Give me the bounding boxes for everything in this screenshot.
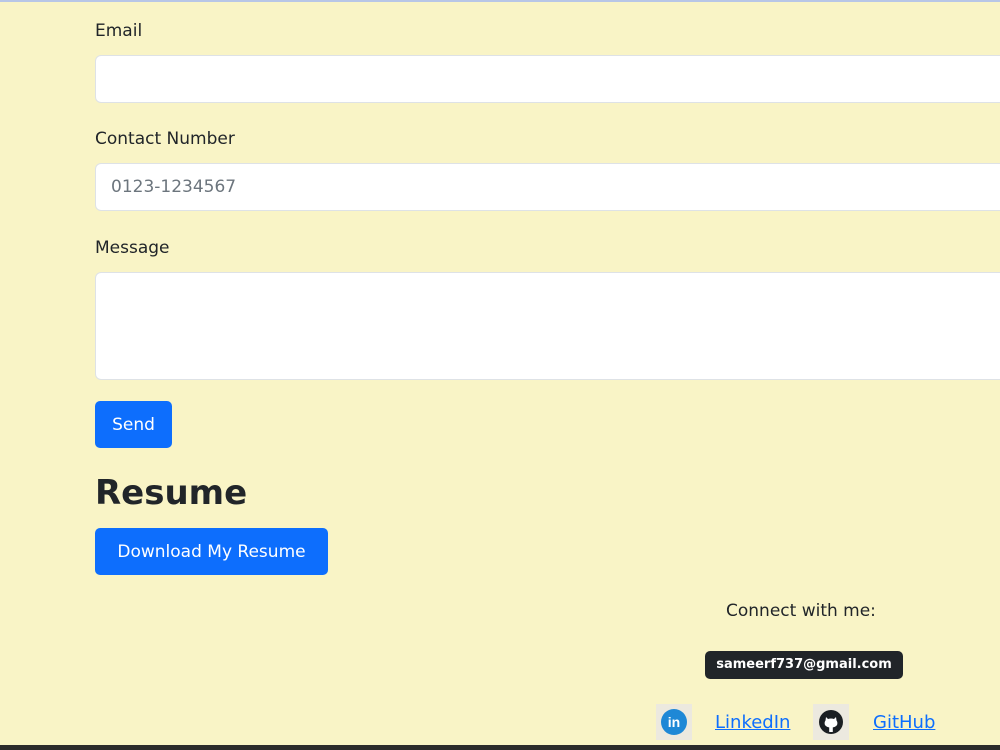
- github-icon[interactable]: [813, 704, 849, 740]
- message-label: Message: [95, 238, 170, 258]
- contact-number-label: Contact Number: [95, 129, 235, 149]
- send-button[interactable]: Send: [95, 401, 172, 448]
- window-top-border: [0, 0, 1000, 2]
- taskbar-edge: [0, 745, 1000, 750]
- linkedin-link[interactable]: LinkedIn: [715, 712, 790, 733]
- connect-heading: Connect with me:: [726, 601, 876, 621]
- message-field[interactable]: [95, 272, 1000, 380]
- resume-heading: Resume: [95, 473, 248, 513]
- email-field[interactable]: [95, 55, 1000, 103]
- download-resume-button[interactable]: Download My Resume: [95, 528, 328, 575]
- email-label: Email: [95, 21, 143, 41]
- svg-text:in: in: [668, 714, 680, 730]
- email-badge: sameerf737@gmail.com: [705, 651, 903, 679]
- linkedin-icon[interactable]: in: [656, 704, 692, 740]
- github-link[interactable]: GitHub: [873, 712, 935, 733]
- contact-number-field[interactable]: [95, 163, 1000, 211]
